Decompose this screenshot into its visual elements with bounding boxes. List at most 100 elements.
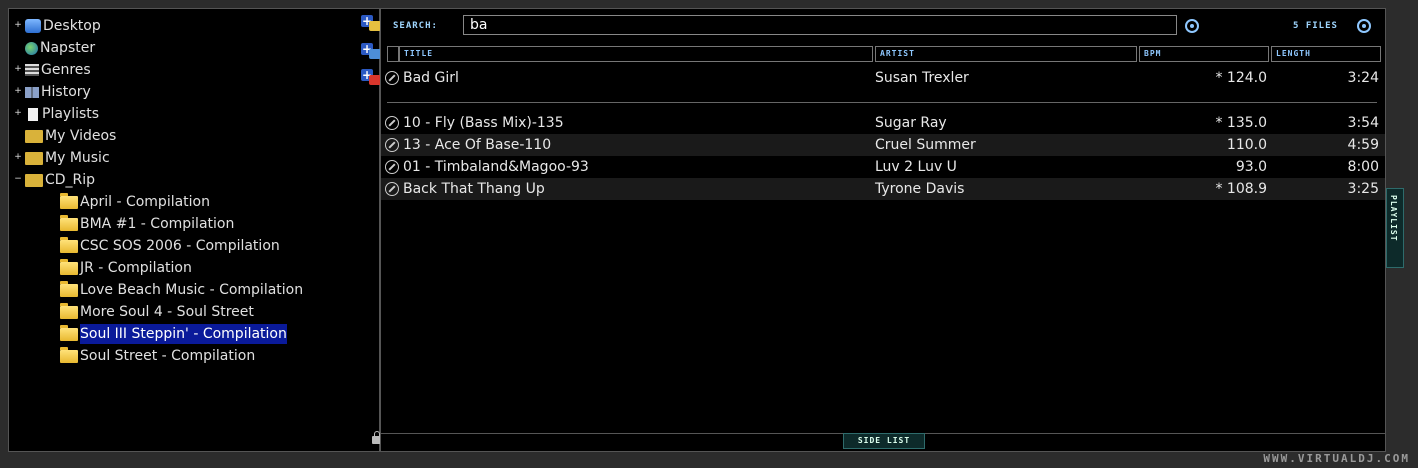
cell-bpm: 93.0: [1235, 159, 1267, 175]
globe-icon: [25, 41, 38, 55]
tree-item-label: Playlists: [42, 106, 100, 122]
column-header-title[interactable]: TITLE: [399, 46, 873, 62]
side-list-tab[interactable]: SIDE LIST: [843, 433, 925, 449]
tree-item-label: Genres: [41, 62, 91, 78]
add-filter-folder-button[interactable]: +: [361, 43, 381, 61]
tree-item-cd-rip[interactable]: − CD_Rip: [13, 170, 95, 190]
tree-item-label: Napster: [40, 40, 96, 56]
playlist-icon: [28, 107, 38, 121]
folder-icon: [60, 214, 78, 231]
cell-length: 3:54: [1347, 115, 1379, 131]
track-status-icon: [385, 116, 399, 130]
add-playlist-button[interactable]: +: [361, 69, 381, 87]
table-row[interactable]: Bad Girl Susan Trexler * 124.0 3:24: [381, 67, 1385, 89]
tree-item-napster[interactable]: Napster: [25, 38, 95, 58]
column-header-bpm[interactable]: BPM: [1139, 46, 1269, 62]
tree-item-label: Love Beach Music - Compilation: [80, 282, 304, 298]
search-options-icon[interactable]: [1185, 19, 1199, 33]
tree-subitem[interactable]: JR - Compilation: [60, 258, 192, 278]
tree-item-label: Desktop: [43, 18, 101, 34]
tree-item-label: History: [41, 84, 91, 100]
folder-icon: [60, 258, 78, 275]
tree-subitem[interactable]: April - Compilation: [60, 192, 210, 212]
add-to-favorites-button[interactable]: +: [361, 15, 381, 33]
table-row[interactable]: 13 - Ace Of Base-110 Cruel Summer 110.0 …: [381, 134, 1385, 156]
folder-icon: [60, 324, 78, 341]
tree-item-my-music[interactable]: + My Music: [13, 148, 109, 168]
folder-icon: [60, 346, 78, 363]
expand-icon[interactable]: +: [13, 21, 23, 31]
collapse-icon[interactable]: −: [13, 175, 23, 185]
tree-subitem[interactable]: More Soul 4 - Soul Street: [60, 302, 254, 322]
folder-icon: [60, 302, 78, 319]
track-status-icon: [385, 138, 399, 152]
track-status-icon: [385, 71, 399, 85]
tree-item-label: Soul III Steppin' - Compilation: [80, 324, 287, 344]
tree-subitem[interactable]: BMA #1 - Compilation: [60, 214, 234, 234]
tree-item-label: April - Compilation: [80, 194, 210, 210]
tree-item-label: More Soul 4 - Soul Street: [80, 304, 254, 320]
cell-bpm: 110.0: [1226, 137, 1267, 153]
expand-icon[interactable]: +: [13, 109, 23, 119]
cell-artist: Luv 2 Luv U: [875, 159, 957, 175]
table-row[interactable]: Back That Thang Up Tyrone Davis * 108.9 …: [381, 178, 1385, 200]
table-row[interactable]: 01 - Timbaland&Magoo-93 Luv 2 Luv U 93.0…: [381, 156, 1385, 178]
cell-artist: Susan Trexler: [875, 70, 969, 86]
cell-title: Back That Thang Up: [403, 181, 545, 197]
cell-title: 13 - Ace Of Base-110: [403, 137, 552, 153]
search-input[interactable]: [463, 15, 1177, 35]
cell-title: 01 - Timbaland&Magoo-93: [403, 159, 589, 175]
column-header-artist[interactable]: ARTIST: [875, 46, 1137, 62]
search-label: SEARCH:: [393, 21, 438, 31]
cell-title: Bad Girl: [403, 70, 459, 86]
cell-length: 4:59: [1347, 137, 1379, 153]
tree-subitem[interactable]: CSC SOS 2006 - Compilation: [60, 236, 280, 256]
cell-length: 3:24: [1347, 70, 1379, 86]
tree-item-playlists[interactable]: + Playlists: [13, 104, 99, 124]
tree-item-label: CSC SOS 2006 - Compilation: [80, 238, 280, 254]
row-divider: [387, 102, 1377, 103]
expand-icon[interactable]: +: [13, 87, 23, 97]
tree-item-label: JR - Compilation: [80, 260, 192, 276]
tree-item-genres[interactable]: + Genres: [13, 60, 91, 80]
track-status-icon: [385, 160, 399, 174]
cd-folder-icon: [25, 173, 43, 187]
tree-item-history[interactable]: + History: [13, 82, 91, 102]
cell-artist: Cruel Summer: [875, 137, 976, 153]
table-row[interactable]: 10 - Fly (Bass Mix)-135 Sugar Ray * 135.…: [381, 112, 1385, 134]
folder-icon: [60, 192, 78, 209]
tree-item-label: Soul Street - Compilation: [80, 348, 256, 364]
cell-title: 10 - Fly (Bass Mix)-135: [403, 115, 564, 131]
expand-icon[interactable]: +: [13, 65, 23, 75]
tree-item-label: CD_Rip: [45, 172, 96, 188]
music-folder-icon: [25, 151, 43, 165]
tree-item-my-videos[interactable]: My Videos: [25, 126, 116, 146]
cell-artist: Sugar Ray: [875, 115, 947, 131]
tree-item-desktop[interactable]: + Desktop: [13, 16, 101, 36]
tree-item-label: My Videos: [45, 128, 117, 144]
website-watermark: WWW.VIRTUALDJ.COM: [1263, 452, 1410, 465]
cell-bpm: * 135.0: [1215, 115, 1267, 131]
tree-subitem[interactable]: Soul Street - Compilation: [60, 346, 255, 366]
cell-artist: Tyrone Davis: [875, 181, 965, 197]
track-status-icon: [385, 182, 399, 196]
cell-length: 3:25: [1347, 181, 1379, 197]
tree-subitem[interactable]: Love Beach Music - Compilation: [60, 280, 303, 300]
cell-length: 8:00: [1347, 159, 1379, 175]
history-icon: [25, 86, 39, 98]
file-count: 5 FILES: [1293, 21, 1338, 31]
genres-icon: [25, 64, 39, 76]
playlist-tab-label: PLAYLIST: [1389, 195, 1398, 242]
playlist-tab[interactable]: PLAYLIST: [1386, 188, 1404, 268]
expand-icon[interactable]: +: [13, 153, 23, 163]
tree-subitem-selected[interactable]: Soul III Steppin' - Compilation: [60, 324, 287, 344]
video-folder-icon: [25, 129, 43, 143]
column-select-all[interactable]: [387, 46, 399, 62]
file-count-options-icon[interactable]: [1357, 19, 1371, 33]
virtualdj-browser: + Desktop Napster + Genres + History + P…: [0, 0, 1418, 468]
desktop-icon: [25, 19, 41, 33]
column-header-length[interactable]: LENGTH: [1271, 46, 1381, 62]
cell-bpm: * 108.9: [1215, 181, 1267, 197]
file-browser: SEARCH: 5 FILES TITLE ARTIST BPM LENGTH …: [380, 8, 1386, 452]
folder-tree: + Desktop Napster + Genres + History + P…: [8, 8, 382, 452]
